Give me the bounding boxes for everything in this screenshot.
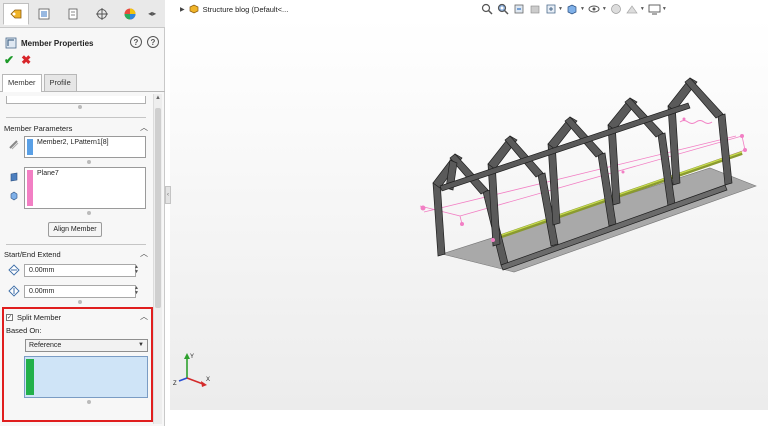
heads-up-view-toolbar: ▼ ▼ ▼ ▼ ▼ (480, 1, 667, 17)
property-manager-panel: ◂▸ Member Properties ? ? ✔ ✖ Member Prof… (0, 0, 165, 426)
ok-checkmark-icon[interactable]: ✔ (4, 53, 14, 67)
resize-grip-dot[interactable] (87, 400, 91, 404)
start-extend-icon (8, 264, 20, 276)
section-title: Member Parameters (4, 123, 73, 133)
feature-manager-tab[interactable] (32, 3, 58, 25)
previous-group-box (6, 96, 146, 104)
cube-orientation-icon (10, 191, 18, 201)
apply-scene-icon[interactable] (626, 3, 639, 16)
structure-model-viewport[interactable] (170, 18, 768, 410)
dropdown-caret-icon[interactable]: ▼ (662, 6, 667, 12)
end-extend-spinner[interactable]: ▲ ▼ (133, 285, 140, 298)
view-settings-icon[interactable] (648, 3, 661, 16)
dimxpert-icon (95, 7, 108, 20)
chevron-up-icon[interactable]: ︿ (140, 122, 148, 133)
dropdown-caret-icon[interactable]: ▼ (580, 6, 585, 12)
property-manager-icon (10, 9, 22, 18)
previous-view-icon[interactable] (512, 3, 525, 16)
scroll-up-arrow-icon[interactable]: ▲ (155, 95, 161, 101)
scroll-thumb[interactable] (155, 108, 161, 308)
section-divider (6, 244, 146, 245)
what-is-new-icon[interactable]: ? (130, 36, 142, 48)
member-selection-icon (9, 140, 19, 150)
member-selection-text: Member2, LPattern1[8] (37, 139, 109, 146)
resize-grip-dot[interactable] (87, 160, 91, 164)
zoom-to-area-icon[interactable] (496, 3, 509, 16)
based-on-value: Reference (29, 342, 62, 349)
expand-arrow-icon[interactable]: ▶ (180, 6, 185, 13)
member-parameters-header[interactable]: Member Parameters ︿ (4, 122, 150, 134)
z-axis-line (178, 377, 188, 382)
manager-tab-bar: ◂▸ (0, 0, 165, 28)
zoom-to-fit-icon[interactable] (480, 3, 493, 16)
chevron-up-icon[interactable]: ︿ (140, 311, 148, 322)
start-end-extend-header[interactable]: Start/End Extend ︿ (4, 248, 150, 260)
start-extend-input[interactable]: 0.00mm (24, 263, 136, 277)
feature-tree-icon (39, 8, 50, 19)
end-extend-row: 0.00mm ▲ ▼ (6, 284, 146, 298)
based-on-dropdown[interactable]: Reference ▼ (25, 339, 148, 352)
selection-color-bar (27, 139, 33, 155)
ok-cancel-row: ✔ ✖ (4, 53, 31, 67)
breadcrumb[interactable]: ▶ Structure blog (Default<... (180, 2, 288, 16)
property-manager-header: Member Properties ? ? (0, 33, 165, 53)
dimxpert-manager-tab[interactable] (89, 3, 115, 25)
chevron-up-icon[interactable]: ︿ (140, 248, 148, 259)
resize-grip-dot[interactable] (78, 300, 82, 304)
header-help-group: ? ? (130, 36, 159, 48)
pattern-markers (679, 120, 713, 124)
start-extend-row: 0.00mm ▲ ▼ (6, 263, 146, 277)
view-orientation-icon[interactable] (566, 3, 579, 16)
hide-show-items-icon[interactable] (588, 3, 601, 16)
resize-grip-dot[interactable] (87, 211, 91, 215)
panel-scrollbar[interactable]: ▲ (153, 94, 162, 424)
tab-profile[interactable]: Profile (43, 74, 77, 91)
z-axis-label: Z (173, 381, 177, 387)
dropdown-caret-icon[interactable]: ▼ (558, 6, 563, 12)
property-manager-tab[interactable] (3, 2, 29, 25)
configuration-manager-tab[interactable] (60, 3, 86, 25)
start-extend-spinner[interactable]: ▲ ▼ (133, 264, 140, 277)
tab-member[interactable]: Member (2, 74, 42, 92)
resize-grip-dot[interactable] (78, 105, 82, 109)
dropdown-caret-icon[interactable]: ▼ (640, 6, 645, 12)
end-extend-icon (8, 285, 20, 297)
section-view-icon[interactable] (528, 3, 541, 16)
dynamic-annotation-icon[interactable] (544, 3, 557, 16)
help-icon[interactable]: ? (147, 36, 159, 48)
member-selection-box[interactable]: Member2, LPattern1[8] (24, 136, 146, 158)
configuration-icon (68, 8, 78, 19)
align-member-button[interactable]: Align Member (48, 222, 102, 237)
edit-appearance-icon[interactable] (610, 3, 623, 16)
section-title: Split Member (17, 312, 62, 322)
solidworks-window: ◂▸ Member Properties ? ? ✔ ✖ Member Prof… (0, 0, 768, 426)
selection-color-bar (26, 359, 34, 395)
display-manager-tab[interactable] (118, 3, 144, 25)
x-axis-label: X (206, 377, 210, 383)
split-reference-selection-box[interactable] (24, 356, 148, 398)
part-icon (189, 4, 198, 14)
breadcrumb-text: Structure blog (Default<... (202, 4, 289, 14)
plane-selection-box[interactable]: Plane7 (24, 167, 146, 209)
cancel-x-icon[interactable]: ✖ (21, 53, 31, 67)
appearance-icon (124, 8, 136, 19)
page-title: Member Properties (21, 38, 94, 48)
plane-selection-icon (10, 172, 18, 182)
based-on-label: Based On: (6, 325, 42, 335)
section-divider (6, 117, 146, 118)
split-member-checkbox[interactable]: ✓ (6, 313, 13, 321)
chevron-down-icon: ▼ (138, 342, 144, 348)
split-member-header[interactable]: ✓ Split Member ︿ (6, 311, 150, 323)
member-subtabs: Member Profile (0, 74, 165, 92)
end-extend-input[interactable]: 0.00mm (24, 284, 136, 298)
plane-selection-text: Plane7 (37, 170, 59, 177)
y-axis-label: Y (190, 354, 194, 360)
tab-scroll-arrows[interactable]: ◂▸ (143, 3, 161, 25)
section-title: Start/End Extend (4, 249, 61, 259)
member-properties-icon (5, 37, 17, 49)
reference-triad: Y X Z (173, 353, 210, 387)
dropdown-caret-icon[interactable]: ▼ (602, 6, 607, 12)
selection-color-bar (27, 170, 33, 206)
x-axis-line (186, 377, 204, 385)
